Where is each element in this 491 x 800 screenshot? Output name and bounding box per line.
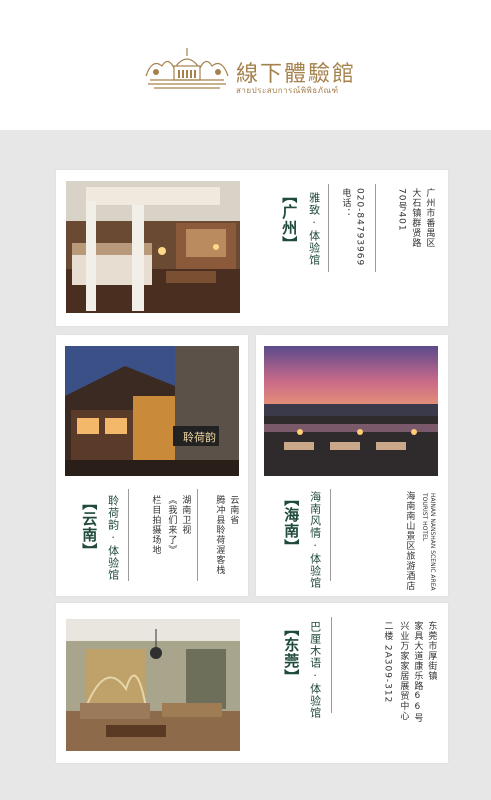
divider [331, 617, 332, 713]
info-line: 栏目拍摄场地 [150, 495, 161, 555]
phone-number: 020-84793969 [354, 188, 365, 267]
city-label: 【广州】 [280, 188, 299, 252]
palace-logo-icon [145, 48, 229, 89]
divider [197, 489, 198, 581]
city-label: 【云南】 [80, 495, 99, 559]
info-line: 《我们来了》 [166, 495, 177, 555]
divider [375, 184, 376, 272]
divider [128, 489, 129, 581]
address-line: 云南省 [228, 495, 239, 525]
phone-label: 电话： [340, 188, 351, 218]
city-label: 【东莞】 [282, 621, 301, 685]
showroom-card-guangzhou[interactable]: 【广州】 雅致·体验馆 电话： 020-84793969 广州市番禺区 大石镇群… [56, 170, 448, 326]
inn-photo: 聆荷韵 [65, 346, 239, 476]
showroom-name: 雅致·体验馆 [307, 192, 321, 266]
showroom-card-yunnan[interactable]: 聆荷韵 【云南】 聆荷韵·体验馆 栏目拍摄场地 湖南卫视 《我们来了》 云南省 … [56, 335, 248, 596]
address-line: 家具大道康乐路66号 [412, 621, 423, 723]
showroom-card-dongguan[interactable]: 【东莞】 巴厘木语·体验馆 东莞市厚街镇 家具大道康乐路66号 兴业万家家居展贸… [56, 603, 448, 763]
info-line: 湖南卫视 [180, 495, 191, 535]
showroom-name: 聆荷韵·体验馆 [106, 495, 120, 581]
city-label: 【海南】 [282, 491, 301, 555]
english-name: HAINAN NANSHAN SCENIC AREA [428, 493, 436, 591]
address-line: 海南南山景区旅游酒店 [404, 491, 415, 591]
address-line: 二楼 2A309-312 [382, 621, 393, 704]
header: 線下體驗館 สายประสบการณ์พิพิธภัณฑ์ [0, 0, 491, 130]
divider [330, 489, 331, 581]
address-line: 腾冲县聆荷渥客栈 [214, 495, 225, 575]
address-line: 广州市番禺区 [424, 188, 435, 248]
divider [328, 184, 329, 272]
showroom-card-hainan[interactable]: 【海南】 海南风情·体验馆 HAINAN NANSHAN SCENIC AREA… [256, 335, 448, 596]
furniture-photo [66, 619, 240, 751]
brand-subtitle: สายประสบการณ์พิพิธภัณฑ์ [236, 86, 339, 95]
address-line: 70号401 [396, 188, 407, 232]
address-line: 大石镇群贤路 [410, 188, 421, 248]
resort-photo [264, 346, 438, 476]
address-line: 东莞市厚街镇 [426, 621, 437, 681]
bedroom-photo [66, 181, 240, 313]
english-name: TOURIST HOTEL [420, 493, 428, 542]
showroom-name: 巴厘木语·体验馆 [308, 621, 322, 719]
address-line: 兴业万家家居展贸中心 [398, 621, 409, 721]
inn-sign: 聆荷韵 [183, 430, 216, 444]
showroom-name: 海南风情·体验馆 [308, 491, 322, 589]
